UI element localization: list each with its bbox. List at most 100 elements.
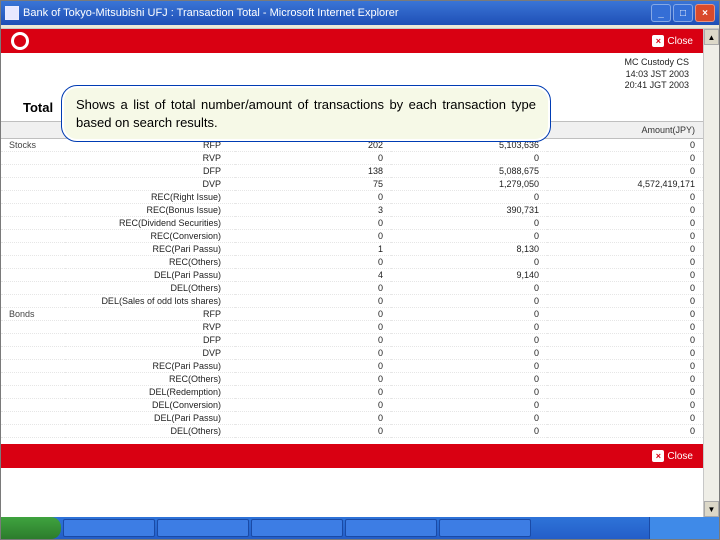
cell-category [1, 165, 65, 178]
cell-type: DEL(Pari Passu) [65, 269, 235, 282]
cell-qty: 0 [391, 217, 547, 230]
cell-amt: 0 [547, 399, 703, 412]
cell-amt: 0 [547, 412, 703, 425]
cell-type: DEL(Others) [65, 425, 235, 438]
cell-qty: 0 [391, 386, 547, 399]
cell-qty: 0 [391, 256, 547, 269]
table-row: REC(Dividend Securities)000 [1, 217, 703, 230]
cell-amt: 0 [547, 204, 703, 217]
cell-amt: 0 [547, 321, 703, 334]
close-label: Close [667, 36, 693, 47]
cell-qty: 0 [391, 295, 547, 308]
window-buttons: _ □ × [651, 4, 715, 22]
cell-amt: 0 [547, 282, 703, 295]
table-row: REC(Pari Passu)000 [1, 360, 703, 373]
cell-type: REC(Others) [65, 373, 235, 386]
table-row: BondsRFP000 [1, 308, 703, 321]
cell-amt: 0 [547, 191, 703, 204]
cell-category [1, 191, 65, 204]
meta-line: 14:03 JST 2003 [1, 69, 689, 81]
cell-category [1, 204, 65, 217]
cell-amt: 0 [547, 425, 703, 438]
taskbar[interactable] [1, 517, 719, 539]
app-icon [5, 6, 19, 20]
cell-rec: 3 [235, 204, 391, 217]
cell-rec: 0 [235, 334, 391, 347]
minimize-button[interactable]: _ [651, 4, 671, 22]
window-frame: Bank of Tokyo-Mitsubishi UFJ : Transacti… [0, 0, 720, 540]
task-button[interactable] [251, 519, 343, 537]
cell-rec: 0 [235, 425, 391, 438]
cell-type: REC(Pari Passu) [65, 243, 235, 256]
window-close-button[interactable]: × [695, 4, 715, 22]
table-row: DFP000 [1, 334, 703, 347]
banner-top: × Close [1, 29, 703, 53]
cell-category [1, 295, 65, 308]
cell-amt: 0 [547, 165, 703, 178]
close-label: Close [667, 451, 693, 462]
table-row: DEL(Sales of odd lots shares)000 [1, 295, 703, 308]
task-button[interactable] [345, 519, 437, 537]
cell-rec: 138 [235, 165, 391, 178]
cell-rec: 0 [235, 230, 391, 243]
cell-rec: 4 [235, 269, 391, 282]
cell-category [1, 152, 65, 165]
vertical-scrollbar[interactable]: ▲ ▼ [703, 29, 719, 517]
cell-category [1, 217, 65, 230]
cell-category [1, 256, 65, 269]
cell-qty: 1,279,050 [391, 178, 547, 191]
cell-amt: 0 [547, 360, 703, 373]
cell-type: RFP [65, 308, 235, 321]
page-content: × Close MC Custody CS 14:03 JST 2003 20:… [1, 29, 719, 519]
totals-table: REC Quantity Amount(JPY) StocksRFP2025,1… [1, 121, 703, 438]
task-button[interactable] [439, 519, 531, 537]
cell-qty: 0 [391, 399, 547, 412]
cell-rec: 0 [235, 217, 391, 230]
cell-category [1, 178, 65, 191]
cell-rec: 0 [235, 321, 391, 334]
banner-close-button[interactable]: × Close [652, 450, 693, 462]
system-tray[interactable] [649, 517, 719, 539]
cell-type: REC(Others) [65, 256, 235, 269]
table-row: DVP000 [1, 347, 703, 360]
tooltip-text: Shows a list of total number/amount of t… [76, 97, 536, 130]
cell-qty: 0 [391, 373, 547, 386]
maximize-button[interactable]: □ [673, 4, 693, 22]
cell-amt: 4,572,419,171 [547, 178, 703, 191]
cell-category: Bonds [1, 308, 65, 321]
cell-qty: 0 [391, 334, 547, 347]
cell-type: RVP [65, 321, 235, 334]
cell-type: DFP [65, 334, 235, 347]
cell-rec: 0 [235, 191, 391, 204]
cell-rec: 75 [235, 178, 391, 191]
cell-category [1, 386, 65, 399]
scroll-track[interactable] [704, 45, 719, 501]
titlebar[interactable]: Bank of Tokyo-Mitsubishi UFJ : Transacti… [1, 1, 719, 25]
cell-qty: 5,088,675 [391, 165, 547, 178]
window-title: Bank of Tokyo-Mitsubishi UFJ : Transacti… [23, 7, 651, 19]
cell-amt: 0 [547, 347, 703, 360]
cell-type: REC(Bonus Issue) [65, 204, 235, 217]
task-button[interactable] [157, 519, 249, 537]
table-row: REC(Bonus Issue)3390,7310 [1, 204, 703, 217]
cell-rec: 0 [235, 347, 391, 360]
cell-type: DEL(Redemption) [65, 386, 235, 399]
scroll-up-icon[interactable]: ▲ [704, 29, 719, 45]
cell-amt: 0 [547, 243, 703, 256]
cell-type: DVP [65, 347, 235, 360]
mufg-logo-icon [11, 32, 29, 50]
task-button[interactable] [63, 519, 155, 537]
cell-rec: 0 [235, 152, 391, 165]
cell-category [1, 321, 65, 334]
cell-amt: 0 [547, 373, 703, 386]
start-button[interactable] [1, 517, 61, 539]
table-row: DEL(Others)000 [1, 425, 703, 438]
cell-amt: 0 [547, 269, 703, 282]
banner-close-button[interactable]: × Close [652, 35, 693, 47]
scroll-down-icon[interactable]: ▼ [704, 501, 719, 517]
callout-tooltip: Shows a list of total number/amount of t… [61, 85, 551, 142]
cell-category [1, 282, 65, 295]
table-row: REC(Pari Passu)18,1300 [1, 243, 703, 256]
cell-rec: 0 [235, 256, 391, 269]
cell-amt: 0 [547, 295, 703, 308]
